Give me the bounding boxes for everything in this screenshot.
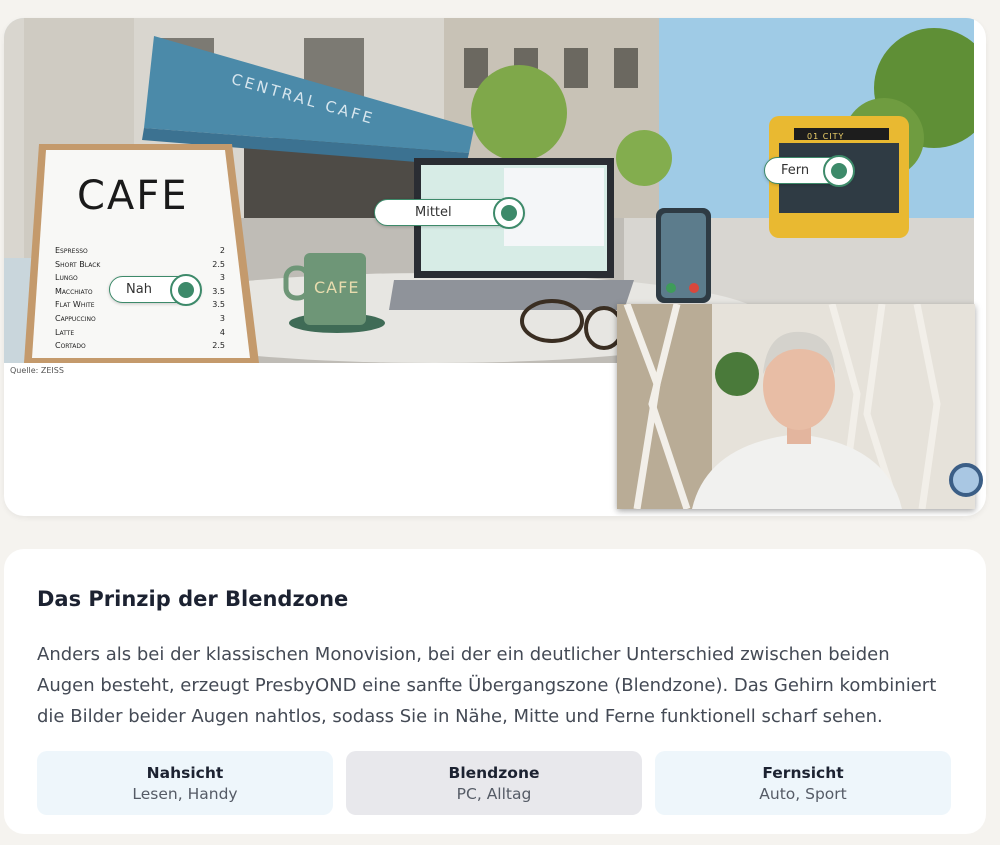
menu-item-name: Cappuccino bbox=[55, 313, 96, 323]
source-credit: Quelle: ZEISS bbox=[10, 366, 64, 375]
menu-item-name: Short Black bbox=[55, 259, 101, 269]
menu-item-name: Lungo bbox=[55, 273, 78, 283]
menu-item-name: Cortado bbox=[55, 341, 86, 351]
menu-item-price: 4 bbox=[219, 327, 225, 337]
zone-far-subtitle: Auto, Sport bbox=[759, 785, 847, 803]
tag-near[interactable]: Nah bbox=[109, 274, 202, 306]
cafe-sign-title: CAFE bbox=[77, 173, 189, 219]
bus-destination: 01 CITY bbox=[807, 132, 845, 141]
menu-row: Espresso 2 bbox=[55, 244, 225, 258]
section-title: Das Prinzip der Blendzone bbox=[37, 587, 349, 611]
zone-blend-title: Blendzone bbox=[448, 764, 540, 782]
tag-mid-indicator bbox=[493, 197, 525, 229]
zone-near-title: Nahsicht bbox=[146, 764, 224, 782]
zone-far-title: Fernsicht bbox=[762, 764, 844, 782]
menu-item-price: 3.5 bbox=[212, 300, 225, 310]
menu-item-name: Latte bbox=[55, 327, 75, 337]
info-card: Das Prinzip der Blendzone Anders als bei… bbox=[4, 549, 986, 834]
tag-far-indicator bbox=[823, 155, 855, 187]
zone-near-subtitle: Lesen, Handy bbox=[132, 785, 238, 803]
tag-mid-label: Mittel bbox=[415, 205, 452, 220]
tag-near-label: Nah bbox=[126, 282, 152, 297]
zone-card-blend: Blendzone PC, Alltag bbox=[346, 751, 642, 815]
tag-mid[interactable]: Mittel bbox=[374, 197, 525, 229]
menu-item-price: 3 bbox=[219, 313, 225, 323]
menu-item-name: Espresso bbox=[55, 246, 88, 255]
mug-label: CAFE bbox=[314, 278, 360, 297]
tag-far-label: Fern bbox=[781, 163, 810, 178]
menu-item-name: Macchiato bbox=[55, 286, 93, 296]
menu-item-price: 2.5 bbox=[212, 341, 225, 351]
menu-item-name: Flat White bbox=[55, 300, 95, 310]
zone-card-far: Fernsicht Auto, Sport bbox=[655, 751, 951, 815]
speaker-video[interactable] bbox=[617, 304, 975, 509]
video-card[interactable]: CENTRAL CAFE CAFE Espresso 2 Short Black 2.… bbox=[4, 18, 986, 516]
menu-item-price: 3.5 bbox=[212, 286, 225, 296]
menu-row: Latte 4 bbox=[55, 326, 225, 340]
menu-row: Short Black 2.5 bbox=[55, 258, 225, 272]
zone-blend-subtitle: PC, Alltag bbox=[456, 785, 532, 803]
menu-item-price: 2 bbox=[219, 246, 225, 255]
player-logo-icon[interactable] bbox=[949, 463, 983, 497]
tag-near-indicator bbox=[170, 274, 202, 306]
menu-item-price: 2.5 bbox=[212, 259, 225, 269]
menu-item-price: 3 bbox=[219, 273, 225, 283]
menu-row: Cappuccino 3 bbox=[55, 312, 225, 326]
menu-row: Cortado 2.5 bbox=[55, 339, 225, 353]
zone-card-near: Nahsicht Lesen, Handy bbox=[37, 751, 333, 815]
tag-far[interactable]: Fern bbox=[764, 155, 855, 187]
section-text: Anders als bei der klassischen Monovisio… bbox=[37, 644, 937, 727]
